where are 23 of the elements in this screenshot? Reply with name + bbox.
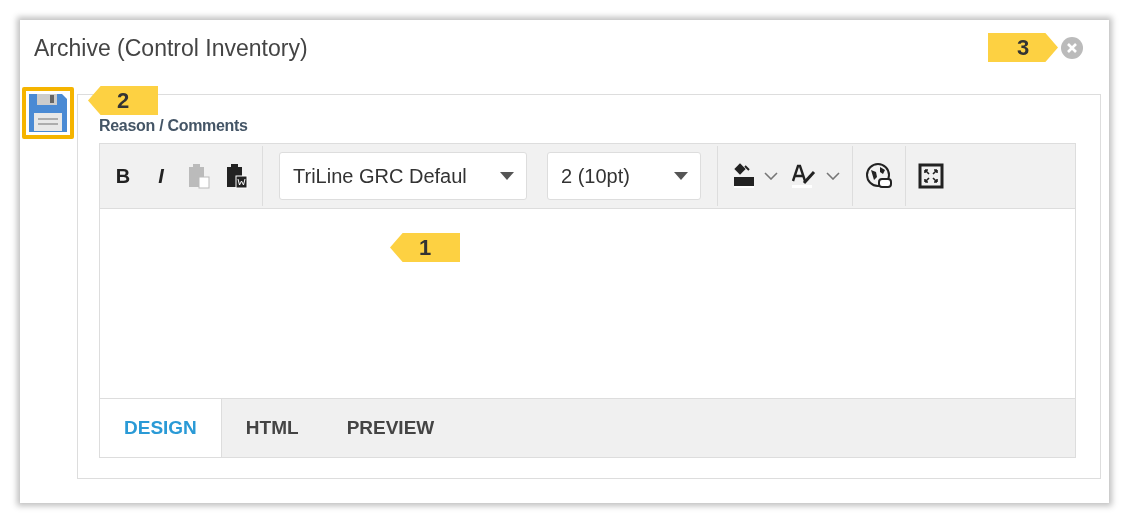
fullscreen-icon: [918, 163, 944, 189]
dropdown-value: 2 (10pt): [561, 164, 630, 188]
dialog-title: Archive (Control Inventory): [34, 34, 308, 62]
callout-label: 2: [88, 86, 158, 115]
save-button[interactable]: [22, 87, 74, 139]
callout-label: 1: [390, 233, 460, 262]
editor-tab[interactable]: HTML: [221, 399, 323, 457]
clipboard-icon: [187, 163, 211, 189]
editor-tab[interactable]: PREVIEW: [322, 399, 459, 457]
chevron-icon: [764, 172, 778, 180]
caret-icon: [674, 172, 688, 180]
caret-icon: [500, 172, 514, 180]
dropdown-value: TriLine GRC Defaul: [293, 164, 467, 188]
chevron-icon: [826, 172, 840, 180]
format-button[interactable]: B: [104, 156, 142, 196]
globe-link-icon: [865, 162, 893, 190]
clipboard-word-icon: [225, 163, 249, 189]
format-button[interactable]: I: [142, 156, 180, 196]
dropdown-field[interactable]: TriLine GRC Defaul: [279, 152, 527, 200]
font-color-icon: [790, 163, 818, 189]
dropdown-field[interactable]: 2 (10pt): [547, 152, 701, 200]
field-label: Reason / Comments: [99, 117, 249, 135]
callout-label: 3: [988, 33, 1058, 62]
